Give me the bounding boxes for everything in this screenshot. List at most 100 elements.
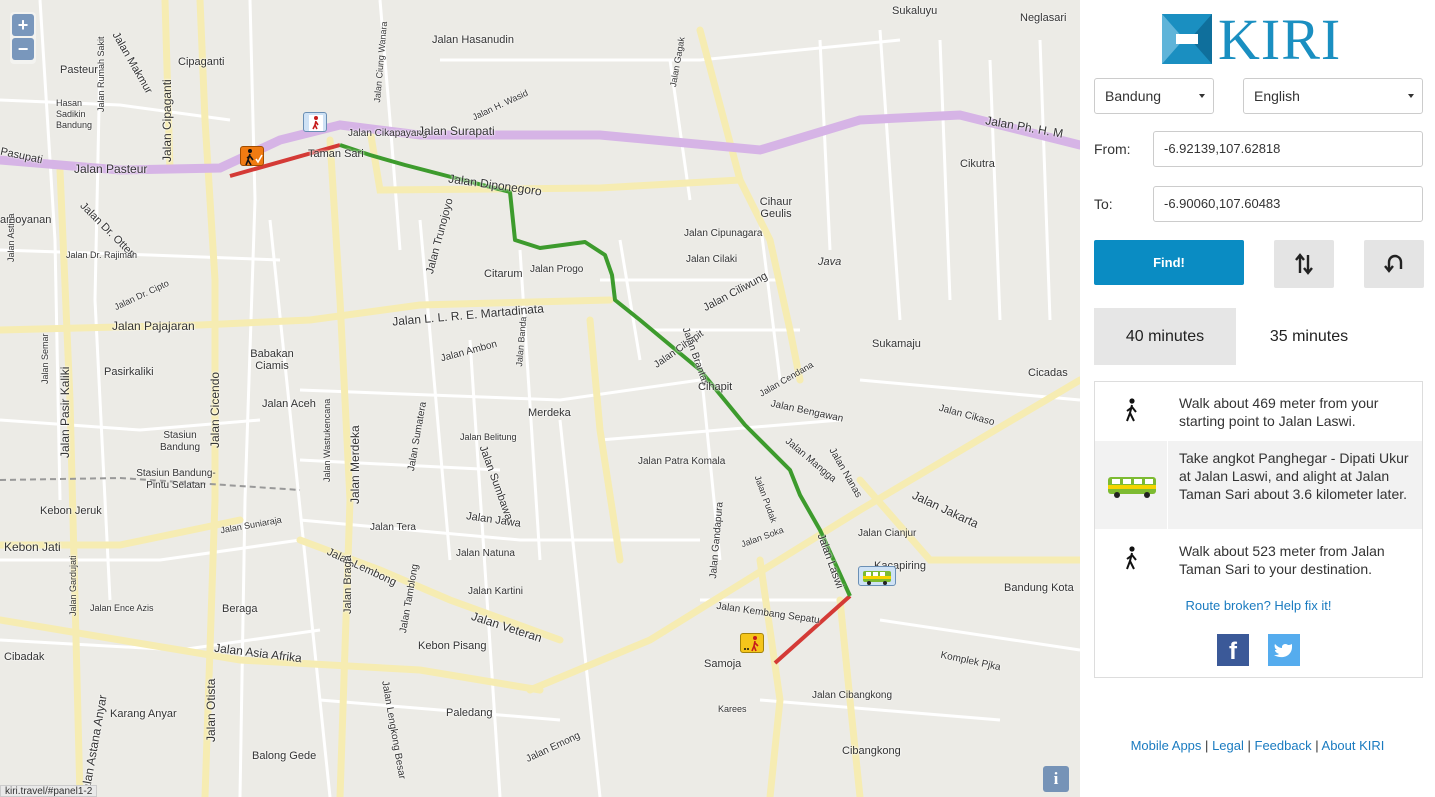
map-label: Jalan Hasanudin xyxy=(432,34,514,46)
swap-icon xyxy=(1295,253,1313,275)
map-label: Kebon Jeruk xyxy=(40,505,102,517)
step-walk-end: Walk about 523 meter from Jalan Taman Sa… xyxy=(1095,530,1422,588)
map-label: Neglasari xyxy=(1020,12,1067,24)
tab-route-1[interactable]: 40 minutes xyxy=(1094,308,1236,365)
map-label: Karang Anyar xyxy=(110,708,177,720)
city-select[interactable]: Bandung xyxy=(1094,78,1214,114)
legal-link[interactable]: Legal xyxy=(1212,738,1244,753)
map-label: Cipaganti xyxy=(178,56,225,68)
map-label: Citarum xyxy=(484,268,523,280)
language-select-value: English xyxy=(1254,88,1300,104)
map-label: Cibangkong xyxy=(842,745,901,757)
status-url: kiri.travel/#panel1-2 xyxy=(0,785,98,797)
map-label: Jalan Cipaganti xyxy=(160,79,174,162)
step-walk-start: Walk about 469 meter from your starting … xyxy=(1095,382,1422,440)
zoom-in-button[interactable]: + xyxy=(12,14,34,36)
map-label: Jalan Cibangkong xyxy=(812,690,893,701)
map-label: Jalan Dr. Rajiman xyxy=(66,250,138,260)
map-label: Karees xyxy=(718,704,747,714)
twitter-icon[interactable] xyxy=(1268,634,1300,666)
walk-icon xyxy=(1095,382,1168,440)
feedback-link[interactable]: Feedback xyxy=(1255,738,1312,753)
footer-separator: | xyxy=(1205,738,1209,753)
info-button[interactable]: i xyxy=(1043,766,1069,792)
walk-icon xyxy=(1095,530,1168,588)
map-label: Stasiun Bandung xyxy=(159,430,201,453)
map-view[interactable]: Pasteur Cipaganti Hasan Sadikin Bandung … xyxy=(0,0,1080,797)
map-label: Jalan Merdeka xyxy=(348,425,362,504)
map-label: Jalan Natuna xyxy=(456,548,515,559)
to-input[interactable]: -6.90060,107.60483 xyxy=(1153,186,1423,222)
from-label: From: xyxy=(1094,141,1131,157)
about-kiri-link[interactable]: About KIRI xyxy=(1322,738,1385,753)
step-text: Walk about 469 meter from your starting … xyxy=(1179,395,1379,429)
map-label: Java xyxy=(818,256,842,268)
find-button[interactable]: Find! xyxy=(1094,240,1244,285)
kiri-logo-icon xyxy=(1162,14,1212,64)
step-angkot: Take angkot Panghegar - Dipati Ukur at J… xyxy=(1095,441,1422,529)
map-label: Cihapit xyxy=(698,381,733,393)
map-label: Babakan Ciamis xyxy=(250,348,294,372)
map-label: Jalan Cicendo xyxy=(208,371,222,448)
swap-button[interactable] xyxy=(1274,240,1334,288)
reset-button[interactable] xyxy=(1364,240,1424,288)
map-label: Jalan Cipunagara xyxy=(684,228,763,239)
map-label: Jalan Patra Komala xyxy=(638,456,726,467)
map-label: Jalan Aceh xyxy=(262,398,316,410)
map-label: Stasiun Bandung-Pintu Selatan xyxy=(136,468,216,491)
facebook-icon[interactable]: f xyxy=(1217,634,1249,666)
kiri-logo[interactable]: KIRI xyxy=(1162,7,1357,72)
zoom-out-button[interactable]: − xyxy=(12,38,34,60)
map-label: Jalan Surapati xyxy=(418,124,495,138)
map-label: Paledang xyxy=(446,707,493,719)
walk-sign-icon xyxy=(309,115,323,131)
map-label: Jalan Progo xyxy=(530,264,584,275)
walk-flag-icon xyxy=(245,149,263,166)
from-input[interactable]: -6.92139,107.62818 xyxy=(1153,131,1423,167)
route-broken-link[interactable]: Route broken? Help fix it! xyxy=(1095,598,1422,613)
map-label: Jalan Rumah Sakit xyxy=(96,36,106,112)
destination-marker[interactable] xyxy=(240,146,264,166)
route-steps: Walk about 469 meter from your starting … xyxy=(1094,381,1423,678)
map-label: Jalan Astina xyxy=(6,213,16,262)
to-label: To: xyxy=(1094,196,1113,212)
map-label: Jalan Cilaki xyxy=(686,254,738,265)
origin-marker[interactable] xyxy=(740,633,764,653)
map-label: Bandung Kota xyxy=(1004,582,1074,594)
map-label: Jalan Pajajaran xyxy=(112,319,195,333)
map-label: Jalan Braga xyxy=(342,555,354,614)
tab-route-2[interactable]: 35 minutes xyxy=(1238,308,1380,365)
map-label: Hasan Sadikin Bandung xyxy=(56,98,93,130)
map-label: Pasteur xyxy=(60,64,98,76)
map-label: Jalan Tera xyxy=(370,522,416,533)
reset-icon xyxy=(1384,254,1403,273)
language-select[interactable]: English xyxy=(1243,78,1423,114)
map-label: Jalan Semar xyxy=(40,333,50,384)
map-label: Samoja xyxy=(704,658,742,670)
walk-start-icon xyxy=(744,636,759,652)
map-label: Cibadak xyxy=(4,651,45,663)
map-label: Jalan Kartini xyxy=(468,586,524,597)
chevron-down-icon xyxy=(1408,94,1414,98)
footer-links: Mobile Apps | Legal | Feedback | About K… xyxy=(1080,738,1435,753)
angkot-icon xyxy=(1095,441,1168,529)
map-label: Beraga xyxy=(222,603,258,615)
map-label: Jalan Cikapayang xyxy=(348,128,428,139)
step-text: Take angkot Panghegar - Dipati Ukur at J… xyxy=(1179,450,1409,502)
map-label: Sukamaju xyxy=(872,338,921,350)
map-label: Cihaur Geulis xyxy=(759,196,793,220)
city-select-value: Bandung xyxy=(1105,88,1162,104)
map-label: Kebon Pisang xyxy=(418,640,487,652)
map-label: Jalan Cianjur xyxy=(858,528,917,539)
map-label: Jalan Otista xyxy=(204,678,218,742)
transfer-marker[interactable] xyxy=(303,112,327,132)
mobile-apps-link[interactable]: Mobile Apps xyxy=(1131,738,1202,753)
kiri-logo-text: KIRI xyxy=(1218,7,1342,72)
side-panel: KIRI Bandung English From: -6.92139,107.… xyxy=(1080,0,1435,797)
map-label: Taman Sari xyxy=(308,148,364,160)
footer-separator: | xyxy=(1315,738,1319,753)
angkot-marker[interactable] xyxy=(858,566,896,586)
map-label: Merdeka xyxy=(528,407,571,419)
map-label: Cicadas xyxy=(1028,367,1068,379)
map-label: Pasirkaliki xyxy=(104,366,154,378)
